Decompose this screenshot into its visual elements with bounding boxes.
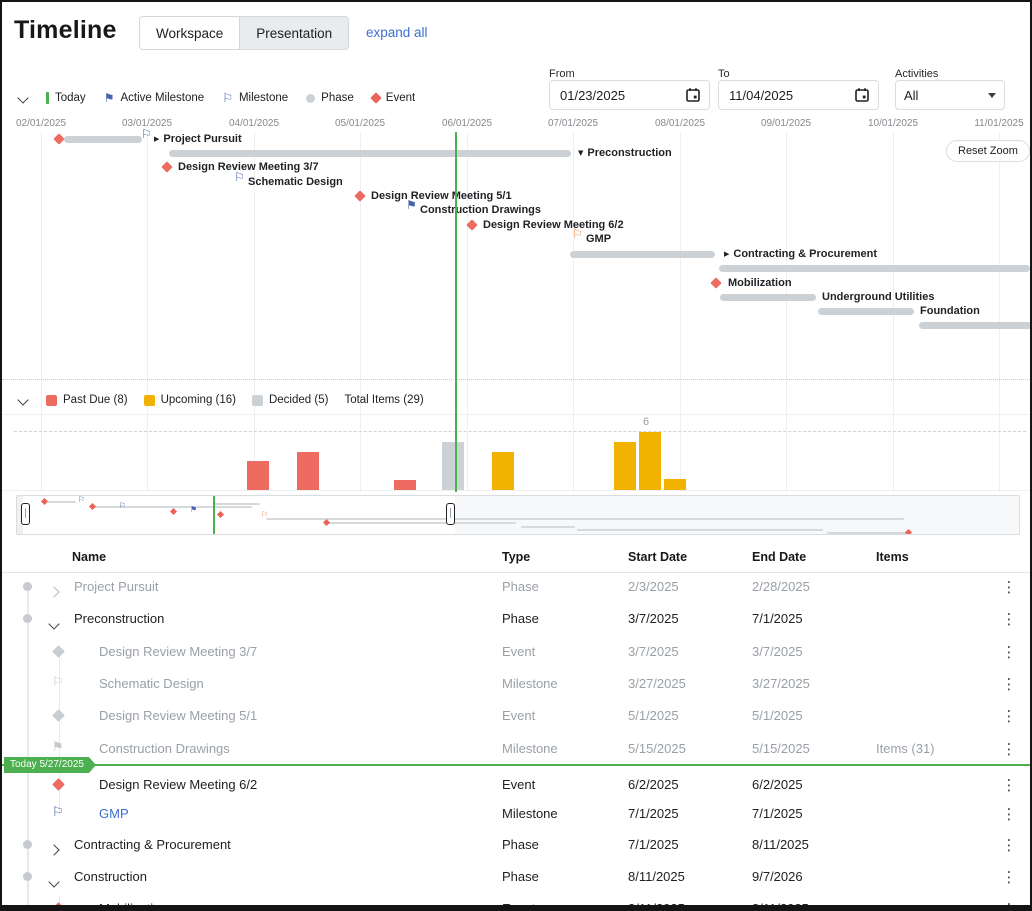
table-row-construction-drawings[interactable]: ⚑ Construction Drawings Milestone 5/15/2025… (2, 733, 1030, 765)
chevron-down-icon (48, 876, 59, 887)
cell-type: Phase (502, 837, 539, 852)
cell-name: Contracting & Procurement (74, 837, 231, 852)
row-menu-button[interactable]: ⋮ (1001, 675, 1017, 693)
row-menu-button[interactable]: ⋮ (1001, 776, 1017, 794)
spine-dot (23, 872, 32, 881)
chevron-right-icon (48, 844, 59, 855)
cell-name: Project Pursuit (74, 579, 159, 594)
cell-end-date: 8/11/2025 (752, 901, 809, 911)
cell-start-date: 3/7/2025 (628, 611, 679, 626)
diamond-red-icon (52, 778, 65, 791)
cell-type: Event (502, 644, 535, 659)
row-menu-button[interactable]: ⋮ (1001, 578, 1017, 596)
cell-type: Event (502, 708, 535, 723)
row-menu-button[interactable]: ⋮ (1001, 805, 1017, 823)
cell-end-date: 7/1/2025 (752, 806, 803, 821)
cell-name: Design Review Meeting 3/7 (99, 644, 257, 659)
diamond-gray-icon (52, 709, 65, 722)
cell-name: Design Review Meeting 6/2 (99, 777, 257, 792)
table-row-mobilization[interactable]: Mobilization Event 8/11/2025 8/11/2025 ⋮ (2, 893, 1030, 911)
today-badge: Today 5/27/2025 (4, 757, 96, 773)
row-menu-button[interactable]: ⋮ (1001, 900, 1017, 911)
row-menu-button[interactable]: ⋮ (1001, 707, 1017, 725)
diamond-gray-icon (52, 645, 65, 658)
diamond-red-icon (52, 902, 65, 911)
cell-items: Items (31) (876, 741, 935, 756)
row-menu-button[interactable]: ⋮ (1001, 643, 1017, 661)
cell-name: Preconstruction (74, 611, 164, 626)
table-row-schematic-design[interactable]: ⚐ Schematic Design Milestone 3/27/2025 3/27/… (2, 668, 1030, 700)
row-menu-button[interactable]: ⋮ (1001, 836, 1017, 854)
cell-end-date: 8/11/2025 (752, 837, 809, 852)
cell-type: Phase (502, 869, 539, 884)
flag-filled-gray-icon: ⚑ (52, 741, 64, 755)
flag-outline-gray-icon: ⚐ (52, 676, 64, 690)
cell-start-date: 7/1/2025 (628, 806, 679, 821)
chevron-right-icon (48, 586, 59, 597)
cell-end-date: 6/2/2025 (752, 777, 803, 792)
expand-toggle-icon[interactable] (50, 583, 58, 601)
spine-dot (23, 614, 32, 623)
today-divider-line (2, 764, 1030, 766)
spine-dot (23, 840, 32, 849)
cell-end-date: 7/1/2025 (752, 611, 803, 626)
row-menu-button[interactable]: ⋮ (1001, 740, 1017, 758)
cell-type: Milestone (502, 676, 558, 691)
table-row-project-pursuit[interactable]: Project Pursuit Phase 2/3/2025 2/28/2025 ⋮ (2, 571, 1030, 603)
timeline-table: Project PursuitPhase2/3/20252/28/2025⋮Pr… (2, 2, 1030, 905)
cell-start-date: 3/27/2025 (628, 676, 686, 691)
cell-name[interactable]: GMP (99, 806, 129, 821)
table-row-contracting-procurement[interactable]: Contracting & Procurement Phase 7/1/2025 8/… (2, 829, 1030, 861)
chevron-down-icon (48, 618, 59, 629)
cell-end-date: 3/27/2025 (752, 676, 810, 691)
table-row-construction[interactable]: Construction Phase 8/11/2025 9/7/2026 ⋮ (2, 861, 1030, 893)
cell-start-date: 5/15/2025 (628, 741, 686, 756)
cell-name: Construction Drawings (99, 741, 230, 756)
today-line (455, 132, 457, 492)
cell-start-date: 7/1/2025 (628, 837, 679, 852)
cell-end-date: 3/7/2025 (752, 644, 803, 659)
cell-start-date: 2/3/2025 (628, 579, 679, 594)
cell-start-date: 8/11/2025 (628, 901, 685, 911)
expand-toggle-icon[interactable] (50, 873, 58, 891)
expand-toggle-icon[interactable] (50, 615, 58, 633)
row-menu-button[interactable]: ⋮ (1001, 610, 1017, 628)
cell-name: Design Review Meeting 5/1 (99, 708, 257, 723)
table-row-design-review-meeting-3-7[interactable]: Design Review Meeting 3/7 Event 3/7/2025 3/… (2, 636, 1030, 668)
cell-end-date: 5/1/2025 (752, 708, 803, 723)
cell-type: Phase (502, 611, 539, 626)
table-row-design-review-meeting-6-2[interactable]: Design Review Meeting 6/2 Event 6/2/2025 6/… (2, 769, 1030, 801)
cell-type: Milestone (502, 741, 558, 756)
cell-end-date: 2/28/2025 (752, 579, 810, 594)
cell-end-date: 5/15/2025 (752, 741, 810, 756)
flag-outline-blue-icon: ⚐ (52, 806, 64, 820)
cell-type: Event (502, 777, 535, 792)
cell-type: Event (502, 901, 535, 911)
cell-start-date: 5/1/2025 (628, 708, 679, 723)
cell-name: Mobilization (99, 901, 168, 911)
cell-end-date: 9/7/2026 (752, 869, 803, 884)
row-menu-button[interactable]: ⋮ (1001, 868, 1017, 886)
table-row-gmp[interactable]: ⚐ GMP Milestone 7/1/2025 7/1/2025 ⋮ (2, 798, 1030, 830)
cell-start-date: 3/7/2025 (628, 644, 679, 659)
timeline-app: Timeline Workspace Presentation expand a… (0, 0, 1032, 911)
cell-name: Construction (74, 869, 147, 884)
expand-toggle-icon[interactable] (50, 841, 58, 859)
table-row-design-review-meeting-5-1[interactable]: Design Review Meeting 5/1 Event 5/1/2025 5/… (2, 700, 1030, 732)
cell-start-date: 6/2/2025 (628, 777, 679, 792)
cell-type: Phase (502, 579, 539, 594)
cell-start-date: 8/11/2025 (628, 869, 685, 884)
spine-dot (23, 582, 32, 591)
cell-name: Schematic Design (99, 676, 204, 691)
table-row-preconstruction[interactable]: Preconstruction Phase 3/7/2025 7/1/2025 ⋮ (2, 603, 1030, 635)
cell-type: Milestone (502, 806, 558, 821)
